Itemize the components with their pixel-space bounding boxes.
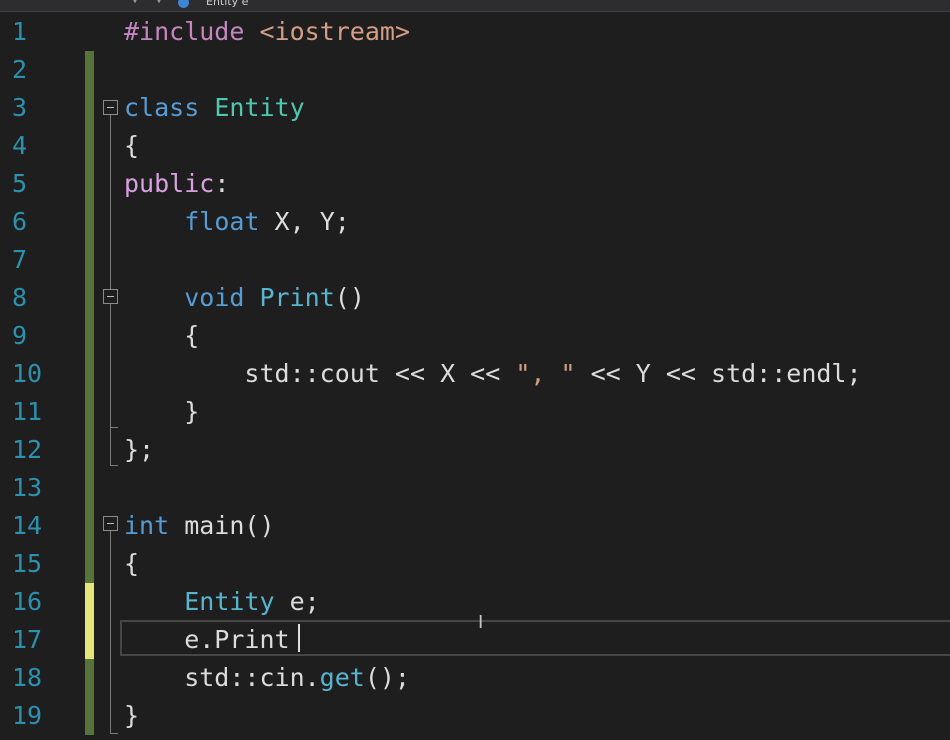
code-line-8: void Print()	[124, 279, 365, 317]
line-number: 4	[12, 131, 28, 160]
collapse-main-icon[interactable]	[103, 516, 118, 531]
include-header: <iostream>	[259, 17, 410, 46]
line-number: 13	[12, 473, 43, 502]
code-text: std::cin.	[124, 663, 320, 692]
code-line-12: };	[124, 435, 155, 464]
line-number: 8	[12, 283, 28, 312]
saved-change-indicator	[85, 659, 94, 735]
function-name: get	[319, 663, 365, 692]
code-line-1: #include <iostream>	[124, 13, 410, 51]
code-line-18: std::cin.get();	[124, 659, 410, 697]
line-number: 15	[12, 549, 43, 578]
class-name: Entity	[184, 587, 275, 616]
code-line-4: {	[124, 131, 140, 160]
class-name: Entity	[214, 93, 305, 122]
keyword: void	[184, 283, 245, 312]
line-number: 16	[12, 587, 43, 616]
saved-change-indicator	[85, 51, 94, 583]
collapse-method-icon[interactable]	[103, 289, 118, 304]
preprocessor-directive: #include	[124, 17, 245, 46]
code-text: ()	[334, 283, 365, 312]
unsaved-change-indicator	[85, 583, 94, 659]
fold-guide	[110, 531, 111, 734]
class-member-icon	[178, 0, 189, 8]
fold-guide-end	[110, 427, 118, 428]
line-number: 19	[12, 701, 43, 730]
line-number: 5	[12, 169, 28, 198]
code-line-9: {	[124, 321, 200, 350]
navigation-bar: ▾ ▾ Entity e	[0, 0, 950, 12]
code-line-6: float X, Y;	[124, 203, 350, 241]
text-caret	[298, 624, 300, 652]
line-number: 11	[12, 397, 43, 426]
code-line-3: class Entity	[124, 89, 305, 127]
code-line-5: public:	[124, 165, 229, 203]
code-text: :	[214, 169, 230, 198]
dropdown-arrows[interactable]: ▾ ▾	[132, 0, 168, 7]
code-line-11: }	[124, 397, 200, 426]
line-number: 17	[12, 625, 43, 654]
code-line-15: {	[124, 549, 140, 578]
fold-guide-end	[110, 465, 118, 466]
code-text: std::cout << X <<	[124, 359, 516, 388]
code-text: X, Y;	[259, 207, 350, 236]
keyword: class	[124, 93, 200, 122]
code-text: << Y << std::endl;	[575, 359, 862, 388]
line-number: 14	[12, 511, 43, 540]
function-name: Print	[259, 283, 335, 312]
code-line-16: Entity e;	[124, 583, 320, 621]
code-line-10: std::cout << X << ", " << Y << std::endl…	[124, 355, 862, 393]
code-text: main()	[169, 511, 275, 540]
line-number: 10	[12, 359, 43, 388]
line-number: 7	[12, 245, 28, 274]
string-literal: ", "	[515, 359, 576, 388]
line-number: 3	[12, 93, 28, 122]
line-number: 1	[12, 17, 28, 46]
line-number: 2	[12, 55, 28, 84]
code-text: e;	[274, 587, 320, 616]
line-number: 12	[12, 435, 43, 464]
code-line-14: int main()	[124, 507, 275, 545]
access-specifier: public	[124, 169, 215, 198]
line-number: 18	[12, 663, 43, 692]
scope-dropdown[interactable]: Entity e	[206, 0, 248, 8]
collapse-class-icon[interactable]	[103, 100, 118, 115]
fold-guide-end	[110, 733, 118, 734]
line-number: 6	[12, 207, 28, 236]
keyword: float	[184, 207, 260, 236]
ibeam-cursor-icon: I	[478, 612, 484, 633]
code-line-19: }	[124, 701, 140, 730]
keyword: int	[124, 511, 170, 540]
line-number: 9	[12, 321, 28, 350]
code-text: ();	[364, 663, 410, 692]
code-line-17: e.Print	[124, 625, 290, 654]
